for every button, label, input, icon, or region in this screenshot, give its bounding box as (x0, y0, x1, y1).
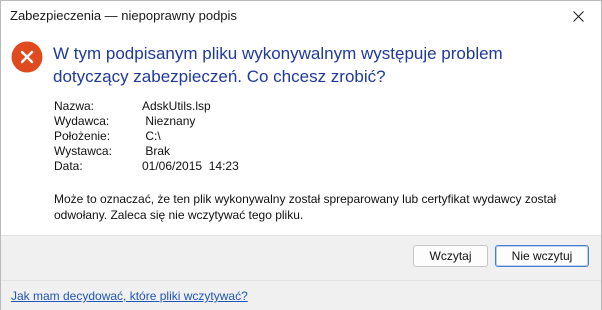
title-bar: Zabezpieczenia — niepoprawny podpis (1, 1, 601, 31)
location-value: C:\ (142, 129, 161, 143)
load-button[interactable]: Wczytaj (413, 245, 488, 267)
location-label: Położenie: (54, 129, 111, 143)
publisher-label: Wydawca: (54, 114, 110, 128)
publisher-value: Nieznany (142, 114, 196, 128)
help-link[interactable]: Jak mam decydować, które pliki wczytywać… (11, 289, 248, 303)
warning-message: Może to oznaczać, że ten plik wykonywaln… (54, 192, 557, 222)
date-value: 01/06/2015 14:23 (142, 159, 239, 173)
security-dialog: Zabezpieczenia — niepoprawny podpis W ty… (0, 0, 602, 310)
name-value: AdskUtils.lsp (142, 99, 211, 113)
issuer-value: Brak (142, 144, 171, 158)
issuer-label: Wystawca: (54, 144, 112, 158)
dialog-footer: Wczytaj Nie wczytuj Jak mam decydować, k… (1, 235, 601, 310)
dialog-headline: W tym podpisanym pliku wykonywalnym wyst… (53, 44, 503, 86)
error-icon (11, 41, 43, 73)
date-label: Data: (54, 159, 83, 173)
footer-divider (1, 280, 601, 281)
window-title: Zabezpieczenia — niepoprawny podpis (10, 8, 237, 23)
name-label: Nazwa: (54, 99, 95, 113)
close-icon (572, 10, 584, 22)
close-button[interactable] (555, 1, 601, 31)
dont-load-button[interactable]: Nie wczytuj (495, 245, 589, 267)
